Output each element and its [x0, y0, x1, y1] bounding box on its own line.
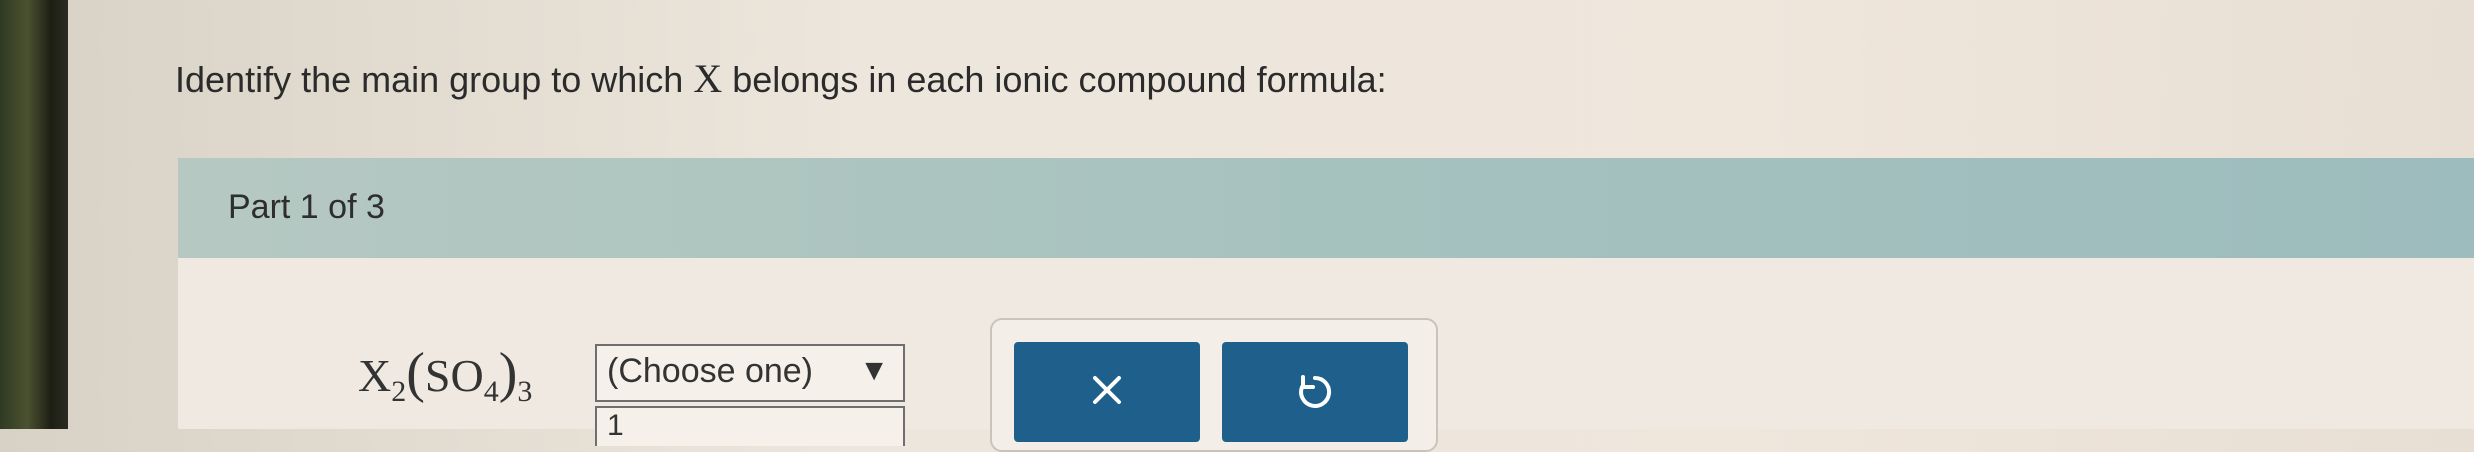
compound-formula: X2(SO4)3 — [358, 341, 532, 409]
group-select[interactable]: (Choose one) ▼ — [595, 344, 905, 402]
formula-close-paren: ) — [498, 342, 518, 404]
formula-polyatomic-subscript: 4 — [483, 375, 499, 409]
question-text: Identify the main group to which X belon… — [175, 55, 1387, 102]
close-icon — [1093, 376, 1121, 404]
formula-element: X — [358, 350, 392, 401]
formula-outer-subscript: 3 — [517, 375, 533, 409]
formula-open-paren: ( — [406, 342, 425, 404]
formula-element-subscript: 2 — [391, 375, 407, 409]
part-label: Part 1 of 3 — [228, 188, 385, 226]
monitor-bezel — [0, 0, 68, 429]
question-prefix: Identify the main group to which — [175, 59, 684, 100]
formula-polyatomic: SO — [424, 350, 484, 401]
part-content: X2(SO4)3 (Choose one) ▼ 1 — [178, 258, 2474, 452]
clear-button[interactable] — [1014, 342, 1200, 442]
undo-button[interactable] — [1222, 342, 1408, 442]
undo-icon — [1299, 375, 1332, 408]
dropdown-arrow-icon: ▼ — [859, 354, 889, 387]
question-variable: X — [693, 56, 723, 101]
question-suffix: belongs in each ionic compound formula: — [732, 59, 1387, 100]
dropdown-option-label: 1 — [607, 409, 624, 442]
part-header: Part 1 of 3 — [178, 158, 2474, 258]
dropdown-option[interactable]: 1 — [595, 406, 905, 446]
action-panel — [990, 318, 1438, 452]
group-select-value: (Choose one) — [607, 352, 814, 390]
